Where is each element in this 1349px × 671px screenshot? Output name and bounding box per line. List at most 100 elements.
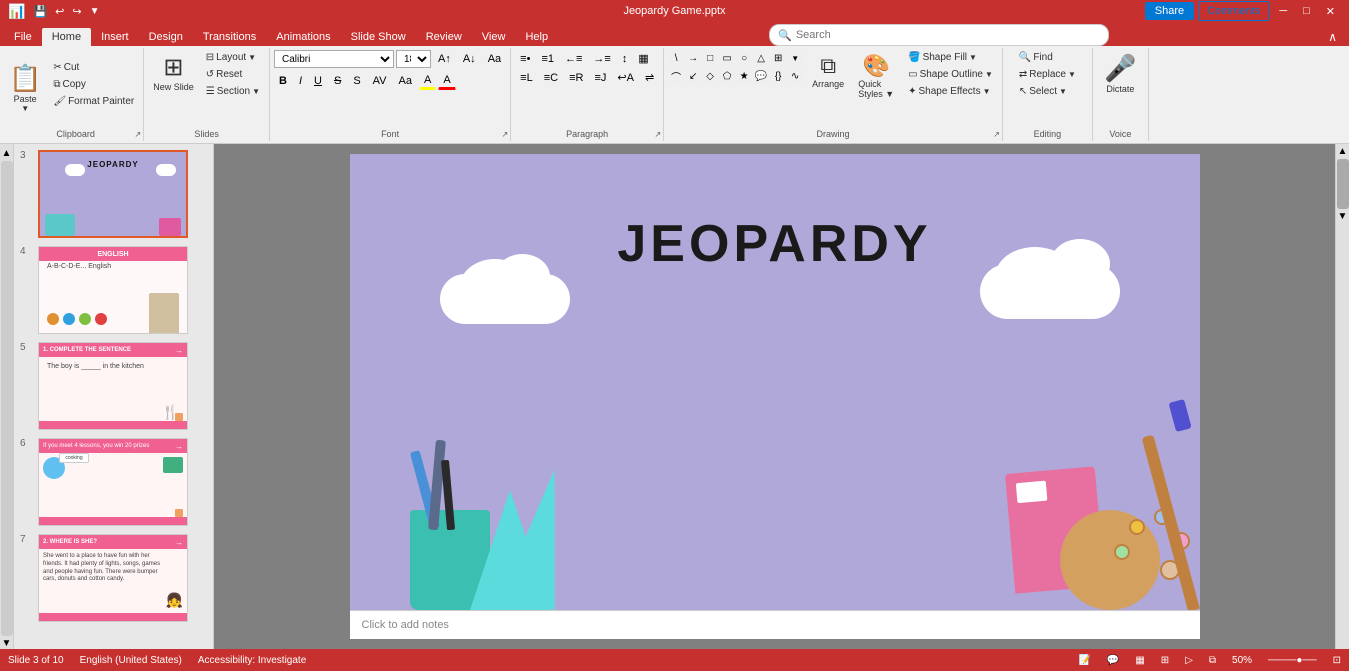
highlight-button[interactable]: A bbox=[419, 72, 436, 90]
quick-styles-button[interactable]: 🎨 QuickStyles ▼ bbox=[853, 50, 899, 102]
decrease-indent-button[interactable]: ←≡ bbox=[560, 50, 587, 67]
change-case-button[interactable]: Aa bbox=[394, 73, 417, 89]
slide-canvas[interactable]: JEOPARDY bbox=[350, 154, 1200, 610]
tab-insert[interactable]: Insert bbox=[91, 28, 139, 46]
shape-outline-button[interactable]: ▭ Shape Outline ▼ bbox=[903, 67, 998, 82]
tab-file[interactable]: File bbox=[4, 28, 42, 46]
collapse-ribbon-button[interactable]: ∧ bbox=[1320, 28, 1345, 46]
slideshow-button[interactable]: ⧉ bbox=[1209, 655, 1216, 666]
reset-button[interactable]: ↺ Reset bbox=[201, 67, 265, 82]
shape-line-button[interactable]: \ bbox=[668, 50, 684, 66]
scroll-down-button[interactable]: ▼ bbox=[1338, 211, 1348, 222]
shape-bracket-button[interactable]: {} bbox=[770, 68, 786, 84]
slide-item-3[interactable]: 3 JEOPARDY bbox=[18, 148, 209, 240]
char-spacing-button[interactable]: AV bbox=[368, 73, 392, 89]
tab-review[interactable]: Review bbox=[416, 28, 472, 46]
align-right-button[interactable]: ≡R bbox=[564, 69, 588, 86]
section-button[interactable]: ☰ Section ▼ bbox=[201, 84, 265, 99]
slide-sorter-button[interactable]: ⊞ bbox=[1161, 655, 1169, 666]
font-size-dropdown[interactable]: 18 bbox=[396, 50, 431, 68]
dictate-button[interactable]: 🎤 Dictate bbox=[1099, 50, 1141, 97]
clear-format-button[interactable]: Aa bbox=[483, 50, 506, 68]
notes-view-button[interactable]: 📝 bbox=[1078, 655, 1090, 666]
convert-smartart-button[interactable]: ⇌ bbox=[640, 69, 659, 86]
slide-item-7[interactable]: 7 2. WHERE IS SHE? → She went to a place… bbox=[18, 532, 209, 624]
tab-slideshow[interactable]: Slide Show bbox=[341, 28, 416, 46]
shape-triangle-button[interactable]: △ bbox=[753, 50, 769, 66]
paste-button[interactable]: 📋 Paste ▼ bbox=[4, 60, 46, 116]
scroll-up-arrow[interactable]: ▲ bbox=[2, 148, 12, 159]
slide-thumb-5[interactable]: 1. COMPLETE THE SENTENCE → The boy is __… bbox=[38, 342, 188, 430]
drawing-expander[interactable]: ↗ bbox=[993, 130, 1000, 139]
comments-view-button[interactable]: 💬 bbox=[1107, 655, 1119, 666]
font-color-button[interactable]: A bbox=[438, 72, 455, 90]
shape-pentagon-button[interactable]: ⬠ bbox=[719, 68, 735, 84]
slide-title[interactable]: JEOPARDY bbox=[617, 214, 931, 274]
bullets-button[interactable]: ≡• bbox=[515, 50, 535, 67]
decrease-font-button[interactable]: A↓ bbox=[458, 50, 481, 68]
search-input[interactable] bbox=[796, 29, 1076, 41]
tab-help[interactable]: Help bbox=[515, 28, 558, 46]
slide-thumb-3[interactable]: JEOPARDY bbox=[38, 150, 188, 238]
align-center-button[interactable]: ≡C bbox=[539, 69, 563, 86]
tab-home[interactable]: Home bbox=[42, 28, 91, 46]
clipboard-expander[interactable]: ↗ bbox=[135, 130, 142, 139]
arrange-button[interactable]: ⧉ Arrange bbox=[807, 50, 849, 92]
fit-slide-button[interactable]: ⊡ bbox=[1333, 655, 1341, 666]
comments-button[interactable]: Comments bbox=[1198, 1, 1269, 21]
shape-connector-button[interactable]: ↙ bbox=[685, 68, 701, 84]
underline-button[interactable]: U bbox=[309, 73, 327, 89]
quick-access-undo[interactable]: ↩ bbox=[55, 5, 64, 18]
shape-scroll-button[interactable]: ▼ bbox=[787, 50, 803, 66]
increase-font-button[interactable]: A↑ bbox=[433, 50, 456, 68]
close-button[interactable]: ✕ bbox=[1320, 5, 1341, 18]
paste-dropdown-arrow[interactable]: ▼ bbox=[21, 104, 29, 113]
shape-arrow-button[interactable]: → bbox=[685, 50, 701, 66]
italic-button[interactable]: I bbox=[294, 73, 307, 89]
find-button[interactable]: 🔍 Find bbox=[1014, 50, 1058, 65]
columns-button[interactable]: ▦ bbox=[633, 50, 653, 67]
accessibility-info[interactable]: Accessibility: Investigate bbox=[198, 655, 306, 666]
tab-view[interactable]: View bbox=[472, 28, 516, 46]
shape-diamond-button[interactable]: ◇ bbox=[702, 68, 718, 84]
shape-fill-button[interactable]: 🪣 Shape Fill ▼ bbox=[903, 50, 998, 65]
maximize-button[interactable]: □ bbox=[1297, 5, 1316, 17]
line-spacing-button[interactable]: ↕ bbox=[617, 50, 633, 67]
shape-rounded-rect-button[interactable]: ▭ bbox=[719, 50, 735, 66]
bold-button[interactable]: B bbox=[274, 73, 292, 89]
tab-design[interactable]: Design bbox=[139, 28, 193, 46]
slide-item-4[interactable]: 4 ENGLISH A-B-C-D-E... English bbox=[18, 244, 209, 336]
slide-thumb-7[interactable]: 2. WHERE IS SHE? → She went to a place t… bbox=[38, 534, 188, 622]
shape-callout-button[interactable]: 💬 bbox=[753, 68, 769, 84]
increase-indent-button[interactable]: →≡ bbox=[588, 50, 615, 67]
shadow-button[interactable]: S bbox=[348, 73, 365, 89]
tab-transitions[interactable]: Transitions bbox=[193, 28, 266, 46]
cut-button[interactable]: ✂ Cut bbox=[48, 60, 139, 75]
slide-thumb-6[interactable]: If you meet 4 lessons, you win 20 prizes… bbox=[38, 438, 188, 526]
numbering-button[interactable]: ≡1 bbox=[536, 50, 559, 67]
justify-button[interactable]: ≡J bbox=[589, 69, 611, 86]
reading-view-button[interactable]: ▷ bbox=[1185, 655, 1193, 666]
quick-access-save[interactable]: 💾 bbox=[33, 5, 47, 18]
font-expander[interactable]: ↗ bbox=[501, 130, 508, 139]
slide-item-5[interactable]: 5 1. COMPLETE THE SENTENCE → The boy is … bbox=[18, 340, 209, 432]
replace-button[interactable]: ⇄ Replace ▼ bbox=[1014, 67, 1081, 82]
copy-button[interactable]: ⧉ Copy bbox=[48, 77, 139, 92]
notes-area[interactable]: Click to add notes bbox=[350, 610, 1200, 639]
normal-view-button[interactable]: ▦ bbox=[1135, 655, 1144, 666]
align-left-button[interactable]: ≡L bbox=[515, 69, 538, 86]
slide-thumb-4[interactable]: ENGLISH A-B-C-D-E... English bbox=[38, 246, 188, 334]
format-painter-button[interactable]: 🖌 Format Painter bbox=[48, 94, 139, 109]
shape-rect-button[interactable]: □ bbox=[702, 50, 718, 66]
zoom-slider[interactable]: ────●── bbox=[1268, 655, 1317, 666]
slide-item-6[interactable]: 6 If you meet 4 lessons, you win 20 priz… bbox=[18, 436, 209, 528]
share-button[interactable]: Share bbox=[1145, 2, 1194, 20]
right-scrollbar[interactable]: ▲ ▼ bbox=[1335, 144, 1349, 649]
quick-access-redo[interactable]: ↪ bbox=[72, 5, 81, 18]
scroll-down-arrow[interactable]: ▼ bbox=[2, 638, 12, 649]
shape-freeform-button[interactable]: ⌒ bbox=[668, 68, 684, 84]
paragraph-expander[interactable]: ↗ bbox=[654, 130, 661, 139]
text-direction-button[interactable]: ↩A bbox=[612, 69, 639, 86]
search-bar[interactable]: 🔍 bbox=[769, 24, 1109, 46]
minimize-button[interactable]: ─ bbox=[1273, 5, 1293, 17]
